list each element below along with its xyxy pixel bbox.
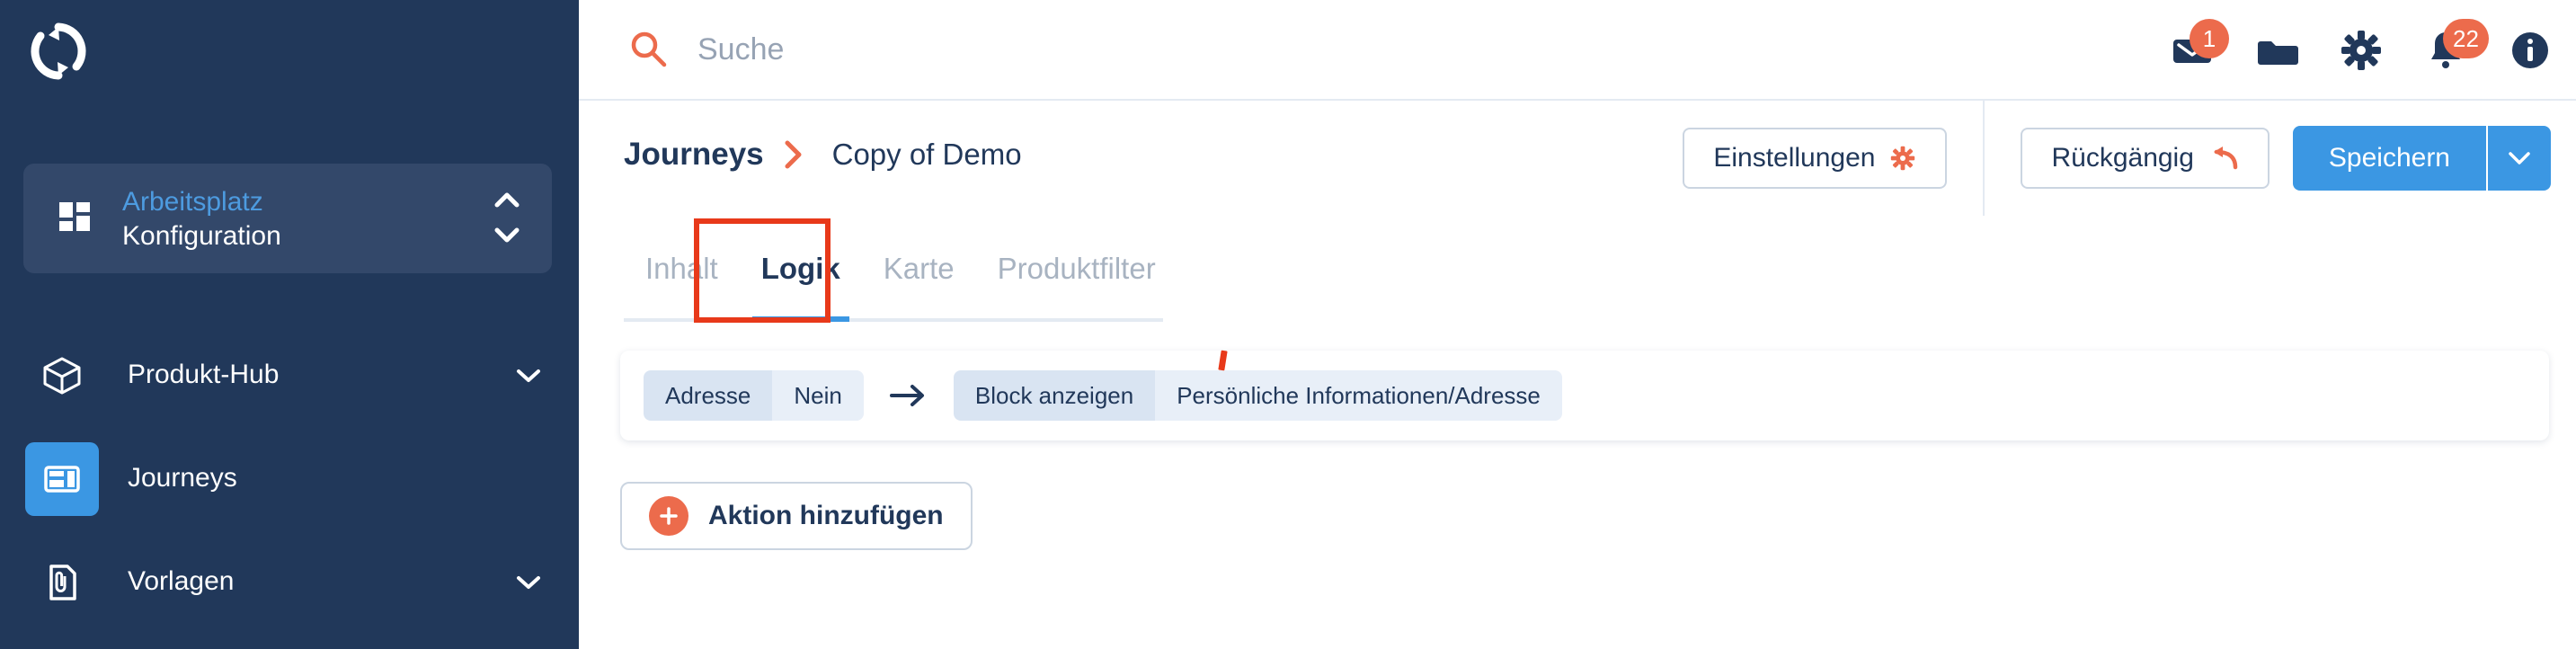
add-action-label: Aktion hinzufügen (708, 501, 944, 530)
tab-logik[interactable]: Logik (740, 216, 862, 322)
search-icon[interactable] (628, 29, 668, 68)
sidebar-item-label: Journeys (128, 463, 237, 493)
topbar-action-icons: 1 22 (2170, 0, 2553, 101)
save-button[interactable]: Speichern (2292, 126, 2486, 191)
grid-dashboard-icon (59, 200, 95, 236)
chevron-down-icon[interactable] (516, 575, 541, 590)
workspace-labels: Arbeitsplatz Konfiguration (122, 185, 281, 253)
rule-action-group[interactable]: Block anzeigen Persönliche Informationen… (953, 370, 1562, 421)
layout-panels-icon (25, 442, 99, 516)
chevron-down-icon (2508, 151, 2531, 165)
tab-list: Inhalt Logik Karte Produktfilter (624, 216, 1177, 322)
add-action-button[interactable]: Aktion hinzufügen (620, 482, 973, 550)
tab-bar: Inhalt Logik Karte Produktfilter (579, 216, 2576, 322)
header-divider (1983, 101, 1985, 216)
undo-button-label: Rückgängig (2051, 143, 2194, 173)
sidebar-item-label: Produkt-Hub (128, 360, 280, 389)
sidebar-item-vorlagen[interactable]: Vorlagen (0, 530, 579, 635)
rule-condition-field[interactable]: Adresse (644, 370, 773, 421)
workspace-selector[interactable]: Arbeitsplatz Konfiguration (23, 164, 552, 273)
rule-action-type[interactable]: Block anzeigen (953, 370, 1156, 421)
tab-inhalt[interactable]: Inhalt (624, 216, 740, 322)
breadcrumb-root[interactable]: Journeys (624, 137, 764, 173)
tab-produktfilter[interactable]: Produktfilter (976, 216, 1177, 322)
rule-condition-value[interactable]: Nein (772, 370, 864, 421)
breadcrumb-current: Copy of Demo (831, 138, 1022, 171)
gear-icon[interactable] (2339, 28, 2384, 73)
sidebar-item-journeys[interactable]: Journeys (0, 427, 579, 531)
document-paperclip-icon (25, 546, 99, 619)
folder-icon[interactable] (2254, 28, 2299, 73)
settings-button[interactable]: Einstellungen (1683, 128, 1948, 189)
workspace-name: Arbeitsplatz (122, 187, 263, 217)
plus-circle-icon (649, 496, 688, 536)
info-icon[interactable] (2508, 28, 2553, 73)
main-content: Adresse Nein Block anzeigen Persönliche … (579, 322, 2576, 649)
mail-badge: 1 (2190, 19, 2229, 58)
mail-icon[interactable]: 1 (2170, 19, 2229, 73)
header-actions: Einstellungen Rückgängig Speichern (1683, 101, 2551, 216)
gear-icon (1889, 145, 1916, 172)
logic-rule-card[interactable]: Adresse Nein Block anzeigen Persönliche … (620, 351, 2549, 440)
tab-karte[interactable]: Karte (862, 216, 976, 322)
cube-box-icon (25, 339, 99, 413)
save-dropdown-button[interactable] (2486, 126, 2551, 191)
sidebar-item-produkt-hub[interactable]: Produkt-Hub (0, 324, 579, 428)
workspace-stepper[interactable] (493, 189, 521, 246)
search-input[interactable] (696, 22, 1508, 77)
settings-button-label: Einstellungen (1713, 143, 1876, 173)
bell-badge: 22 (2443, 19, 2489, 58)
undo-button[interactable]: Rückgängig (2021, 128, 2270, 189)
sidebar: Arbeitsplatz Konfiguration Produkt-Hub J… (0, 0, 579, 649)
logic-rule-row: Adresse Nein Block anzeigen Persönliche … (644, 351, 1562, 440)
chevron-down-icon[interactable] (516, 369, 541, 383)
bell-icon[interactable]: 22 (2423, 19, 2489, 73)
rule-action-target[interactable]: Persönliche Informationen/Adresse (1155, 370, 1562, 421)
top-bar: 1 (579, 0, 2576, 101)
breadcrumb: Journeys Copy of Demo (624, 137, 1022, 173)
rule-condition-group[interactable]: Adresse Nein (644, 370, 864, 421)
undo-arrow-icon (2208, 146, 2239, 171)
arrow-right-icon (889, 380, 928, 411)
page-header: Journeys Copy of Demo Einstellungen Rück… (579, 101, 2576, 216)
workspace-subtitle: Konfiguration (122, 221, 281, 251)
sidebar-item-label: Vorlagen (128, 566, 235, 596)
refresh-cycle-logo-icon[interactable] (27, 20, 90, 83)
chevron-right-icon (784, 139, 804, 170)
